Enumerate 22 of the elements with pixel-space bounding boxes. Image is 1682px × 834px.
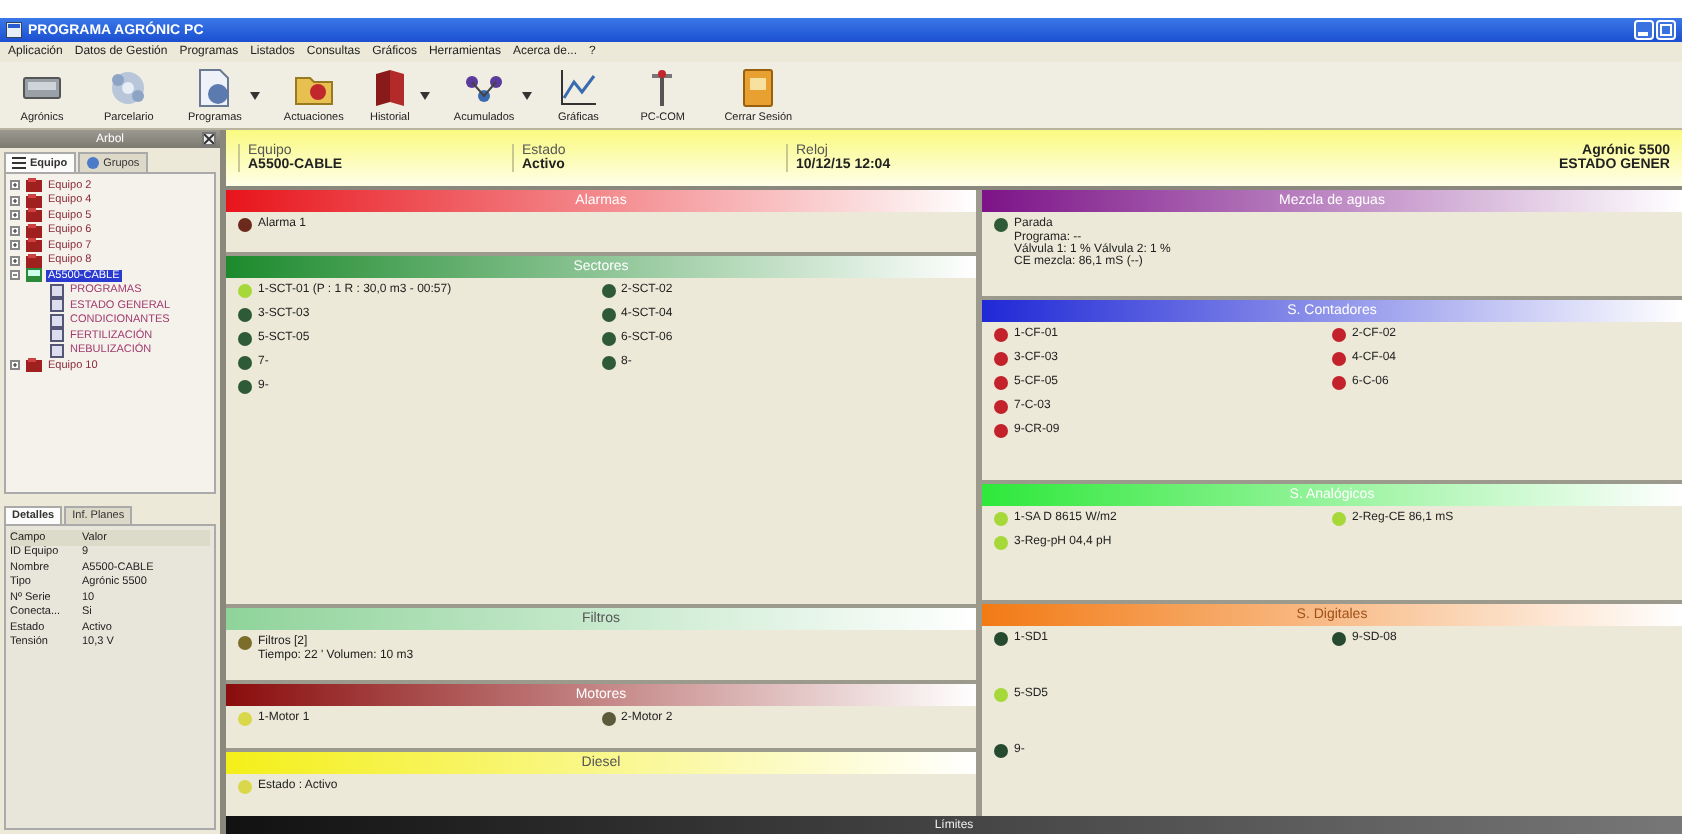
expand-icon[interactable] <box>10 360 20 371</box>
dropdown-arrow-icon <box>249 91 260 99</box>
maximize-icon <box>1660 24 1672 36</box>
collapse-icon[interactable] <box>10 270 20 281</box>
chart-icon <box>556 66 601 110</box>
close-button[interactable] <box>202 132 216 146</box>
device-icon <box>26 358 42 373</box>
dropdown-arrow-icon <box>522 91 533 99</box>
expand-icon[interactable] <box>10 255 20 266</box>
maximize-button[interactable] <box>1656 20 1676 40</box>
expand-icon[interactable] <box>10 240 20 251</box>
app-icon <box>6 22 22 38</box>
device-folder-icon <box>26 268 42 283</box>
minimize-button[interactable] <box>1634 20 1654 40</box>
expand-icon[interactable] <box>10 195 20 206</box>
expand-icon[interactable] <box>10 180 20 191</box>
close-icon <box>204 134 214 144</box>
globe-icon <box>85 156 100 170</box>
dropdown-arrow-icon <box>419 91 430 99</box>
expand-icon[interactable] <box>10 225 20 236</box>
expand-icon[interactable] <box>10 210 20 221</box>
list-icon <box>12 156 26 170</box>
